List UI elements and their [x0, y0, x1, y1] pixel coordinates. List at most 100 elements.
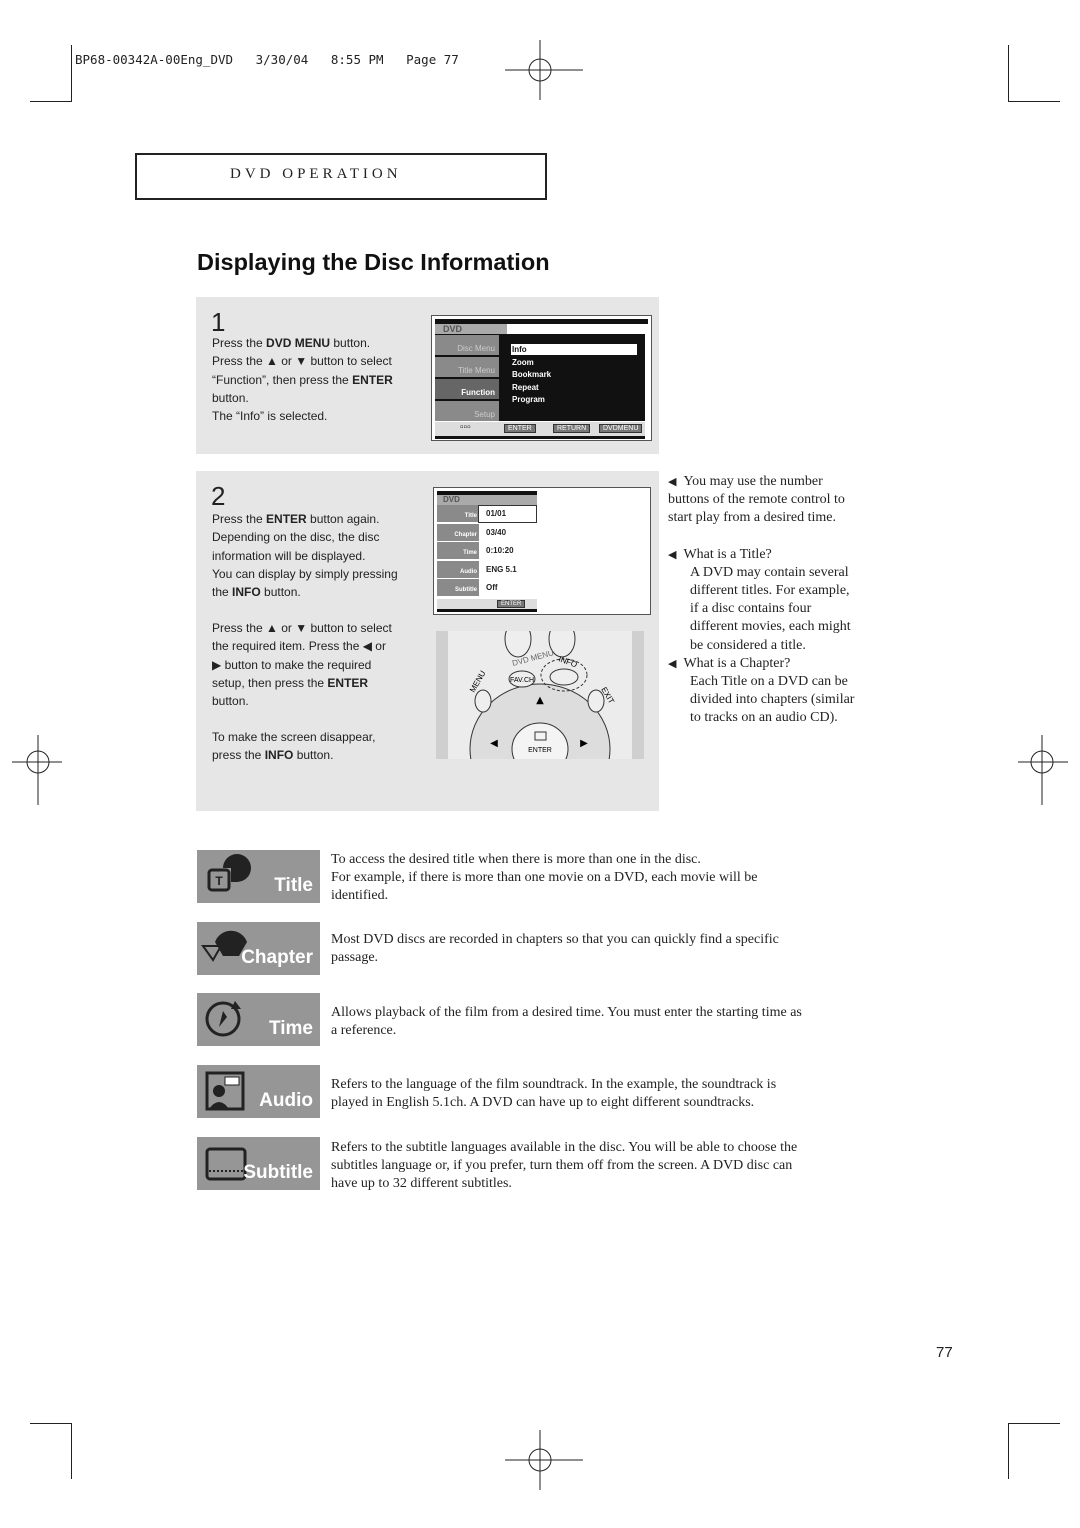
text-fragment: button.: [260, 585, 301, 600]
osd-menu-disc-menu: Disc Menu: [435, 335, 499, 355]
crop-mark: [1008, 45, 1009, 101]
text-fragment: button.: [293, 748, 334, 763]
side-notes: ◀ You may use the number buttons of the re…: [668, 473, 898, 728]
osd-item-bookmark[interactable]: Bookmark: [512, 370, 551, 379]
text-fragment: the: [212, 585, 233, 600]
button-name: ENTER: [327, 675, 369, 690]
feature-icon-audio: Audio: [197, 1065, 320, 1118]
note-heading: ◀ What is a Title?: [668, 546, 898, 564]
feature-icon-time: Time: [197, 993, 320, 1046]
crop-mark: [1008, 1423, 1009, 1479]
page-title: Displaying the Disc Information: [197, 249, 550, 275]
manual-page: BP68-00342A-00Eng_DVD 3/30/04 8:55 PM Pa…: [0, 0, 1080, 1528]
text-fragment: Depending on the disc, the disc: [212, 530, 380, 545]
osd-header: DVD: [435, 324, 507, 334]
description-line: Refers to the language of the film sound…: [331, 1077, 777, 1092]
instruction-line: ▶ button to make the required: [212, 656, 392, 674]
audio-speaker-icon: [205, 1071, 245, 1111]
feature-description: Refers to the subtitle languages availab…: [331, 1139, 891, 1193]
note-line: to tracks on an audio CD).: [690, 710, 838, 726]
svg-text:▶: ▶: [580, 738, 588, 749]
osd-row-label: Title: [464, 513, 477, 519]
text-fragment: setup, then press the: [212, 675, 328, 690]
remote-label-enter: ENTER: [528, 747, 552, 754]
description-line: For example, if there is more than one m…: [331, 870, 758, 885]
navigation-arrows-icon: ▫▫▫: [460, 422, 471, 433]
feature-label: Subtitle: [243, 1162, 313, 1183]
step-2-navigation-instructions: Press the ▲ or ▼ button to select the req…: [212, 619, 392, 710]
step-2-instructions: Press the ENTER button again. Depending o…: [212, 510, 398, 601]
note-line: be considered a title.: [690, 637, 806, 653]
osd-row-value: ENG 5.1: [486, 564, 517, 574]
instruction-line: To make the screen disappear,: [212, 728, 375, 746]
instruction-line: Press the ▲ or ▼ button to select: [212, 352, 393, 370]
note-line: if a disc contains four: [690, 601, 812, 617]
feature-description: To access the desired title when there i…: [331, 851, 891, 905]
note-block: ◀ What is a Chapter? Each Title on a DVD c…: [668, 655, 898, 728]
feature-description: Refers to the language of the film sound…: [331, 1076, 891, 1112]
osd-row-label: Chapter: [454, 531, 477, 538]
crop-mark: [71, 45, 72, 101]
osd-item-program[interactable]: Program: [512, 395, 545, 404]
osd-row-value: 0:10:20: [486, 546, 514, 555]
text-fragment: Press the: [212, 336, 267, 350]
remote-label-fav-ch: FAV.CH: [510, 677, 534, 684]
description-line: subtitles language or, if you prefer, tu…: [331, 1158, 793, 1173]
note-line: buttons of the remote control to: [668, 492, 845, 508]
note-line: different titles. For example,: [690, 583, 850, 599]
description-line: Refers to the subtitle languages availab…: [331, 1140, 798, 1155]
instruction-line: the INFO button.: [212, 583, 398, 601]
triangle-bullet-icon: ◀: [668, 548, 677, 561]
instruction-line: press the INFO button.: [212, 746, 375, 764]
crop-mark: [71, 1423, 72, 1479]
return-button-label: RETURN: [553, 424, 591, 433]
note-line: ◀ You may use the number: [668, 473, 898, 491]
osd-item-info[interactable]: Info: [512, 345, 527, 354]
disc-info-screen: DVD Title 01/01 Chapter 03/40 Time 0:10:20 Aud…: [433, 487, 651, 615]
note-line: Each Title on a DVD can be: [690, 674, 848, 690]
remote-control-illustration: ▲ ◀ ▶ DVD MENU FAV.CH INFO MENU EXIT ENT…: [436, 631, 644, 759]
note-line: different movies, each might: [690, 619, 851, 635]
feature-label: Chapter: [241, 947, 313, 968]
section-title: DVD OPERATION: [230, 166, 402, 182]
feature-label: Title: [274, 875, 313, 896]
instruction-line: information will be displayed.: [212, 547, 398, 565]
note-heading-text: What is a Title?: [683, 546, 772, 562]
text-fragment: information will be displayed.: [212, 548, 366, 563]
note-line: start play from a desired time.: [668, 510, 836, 526]
description-line: have up to 32 different subtitles.: [331, 1176, 512, 1191]
text-fragment: button.: [330, 336, 371, 350]
description-line: To access the desired title when there i…: [331, 852, 701, 867]
note-line: divided into chapters (similar: [690, 692, 855, 708]
enter-button-label: ENTER: [504, 424, 536, 433]
osd-item-zoom[interactable]: Zoom: [512, 358, 534, 367]
osd-menu-setup: Setup: [435, 401, 499, 421]
text-fragment: button.: [212, 694, 249, 709]
triangle-bullet-icon: ◀: [668, 476, 677, 488]
text-fragment: “Function”, then press the: [212, 372, 353, 387]
text-fragment: Press the: [212, 512, 267, 526]
text-fragment: ▶ button to make the required: [212, 657, 372, 672]
button-name: ENTER: [266, 512, 307, 526]
instruction-line: Press the ▲ or ▼ button to select: [212, 619, 392, 637]
note-heading-text: What is a Chapter?: [683, 655, 791, 671]
instruction-line: button.: [212, 692, 392, 710]
instruction-line: You can display by simply pressing: [212, 565, 398, 583]
note-text: You may use the number: [683, 474, 823, 489]
note-block: ◀ You may use the number buttons of the re…: [668, 473, 898, 528]
feature-label: Audio: [259, 1090, 313, 1111]
crop-mark: [1008, 1423, 1060, 1424]
text-fragment: the required item. Press the ◀ or: [212, 639, 386, 654]
button-name: INFO: [232, 585, 261, 600]
instruction-line: the required item. Press the ◀ or: [212, 637, 392, 655]
note-block: ◀ What is a Title? A DVD may contain sever…: [668, 546, 898, 655]
osd-menu-title-menu: Title Menu: [435, 357, 499, 377]
osd-item-repeat[interactable]: Repeat: [512, 383, 539, 392]
osd-row-label: Time: [463, 550, 477, 556]
instruction-line: Depending on the disc, the disc: [212, 528, 398, 546]
osd-row-label: Audio: [460, 568, 477, 575]
step-1-instructions: Press the DVD MENU button. Press the ▲ or…: [212, 334, 393, 425]
note-heading: ◀ What is a Chapter?: [668, 655, 898, 673]
feature-description: Allows playback of the film from a desir…: [331, 1004, 891, 1040]
page-number: 77: [936, 1344, 953, 1361]
